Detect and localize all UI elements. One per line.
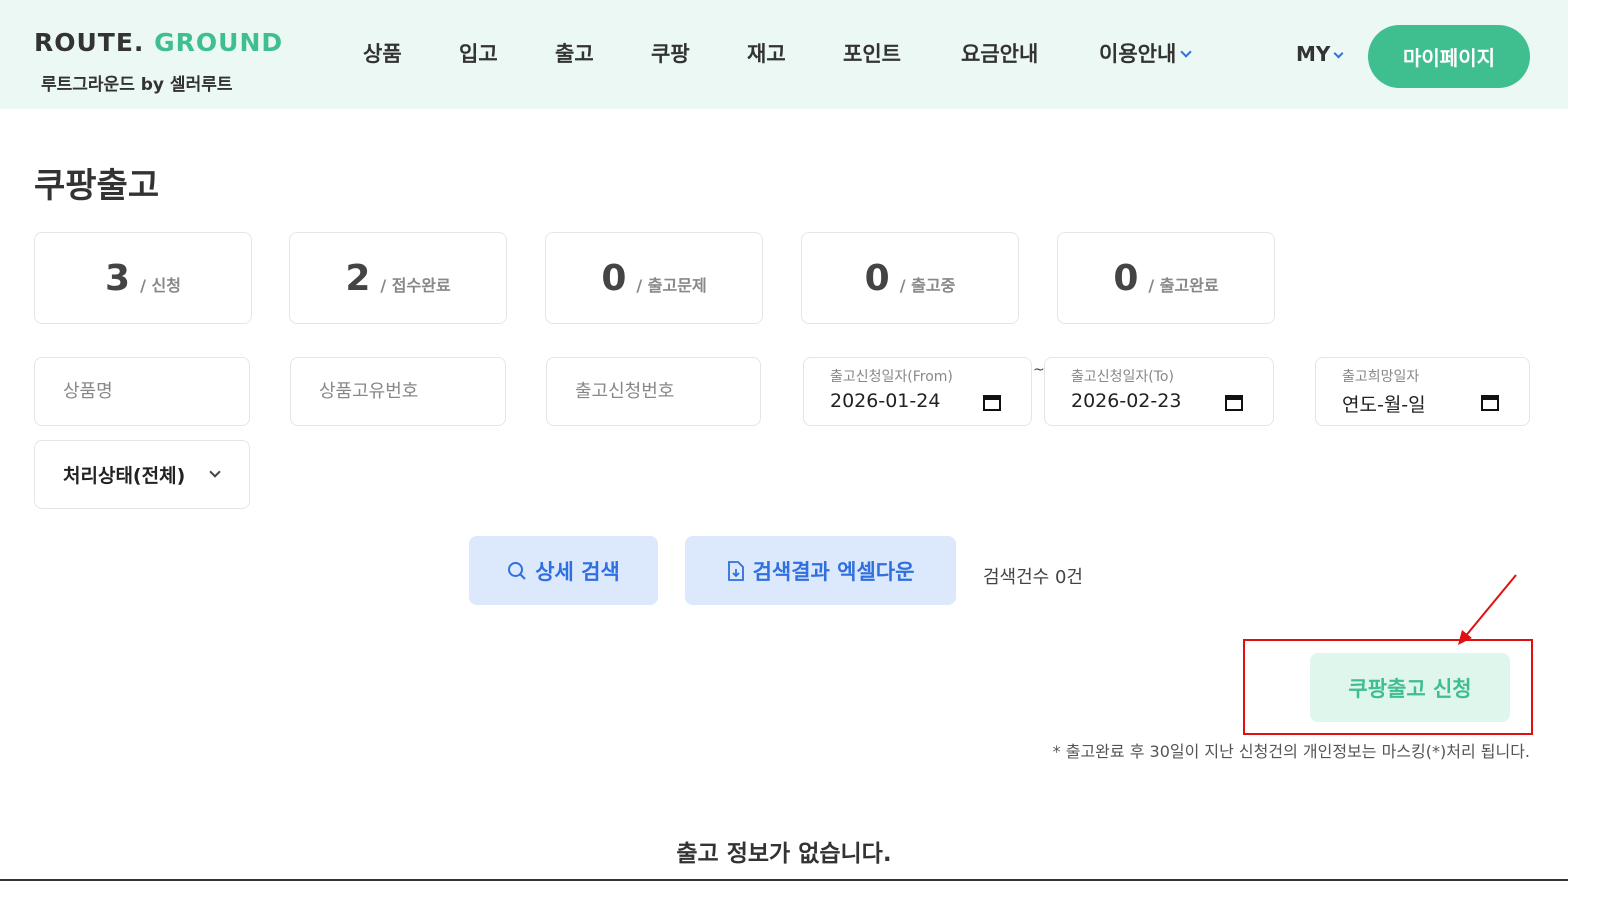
nav-item-pricing[interactable]: 요금안내 <box>961 38 1038 68</box>
stat-label: / 출고문제 <box>636 276 707 295</box>
divider <box>0 879 1568 881</box>
date-from-label: 출고신청일자(From) <box>830 369 953 385</box>
excel-download-label: 검색결과 엑셀다운 <box>752 559 915 584</box>
nav-item-guide-label: 이용안내 <box>1099 42 1177 66</box>
date-to-field[interactable]: 출고신청일자(To) 2026-02-23 <box>1044 357 1274 426</box>
privacy-notice: * 출고완료 후 30일이 지난 신청건의 개인정보는 마스킹(*)처리 됩니다… <box>1052 742 1530 761</box>
detail-search-label: 상세 검색 <box>535 559 620 584</box>
stat-count: 3 <box>105 257 131 299</box>
stat-label: / 접수완료 <box>380 276 451 295</box>
date-from-field[interactable]: 출고신청일자(From) 2026-01-24 <box>803 357 1032 426</box>
wish-date-value: 연도-월-일 <box>1342 394 1426 416</box>
stat-count: 0 <box>1113 257 1139 299</box>
search-icon <box>508 561 526 580</box>
nav-item-guide[interactable]: 이용안내 <box>1099 38 1192 68</box>
top-header: ROUTE. GROUND 루트그라운드 by 셀러루트 상품 입고 출고 쿠팡… <box>0 0 1568 109</box>
request-no-field <box>546 357 761 426</box>
calendar-icon[interactable] <box>1225 394 1243 411</box>
status-select-value: 처리상태(전체) <box>63 465 186 487</box>
nav-item-inventory[interactable]: 재고 <box>747 38 786 68</box>
nav-item-point[interactable]: 포인트 <box>843 38 901 68</box>
my-menu[interactable]: MY <box>1296 42 1344 66</box>
chevron-down-icon <box>209 466 221 478</box>
stat-card-shipping[interactable]: 0 / 출고중 <box>801 232 1019 324</box>
page-title: 쿠팡출고 <box>34 166 160 206</box>
mypage-button[interactable]: 마이페이지 <box>1368 25 1530 88</box>
stat-card-completed[interactable]: 0 / 출고완료 <box>1057 232 1275 324</box>
stat-card-received[interactable]: 2 / 접수완료 <box>289 232 507 324</box>
stat-label: / 출고완료 <box>1148 276 1219 295</box>
product-name-field <box>34 357 250 426</box>
status-select[interactable]: 처리상태(전체) <box>34 440 250 509</box>
product-name-input[interactable] <box>35 358 249 425</box>
product-id-field <box>290 357 506 426</box>
request-no-input[interactable] <box>547 358 760 425</box>
logo-word-route: ROUTE. <box>34 28 145 57</box>
annotation-arrow-icon <box>1458 574 1517 645</box>
stat-card-requested[interactable]: 3 / 신청 <box>34 232 252 324</box>
nav-item-outbound[interactable]: 출고 <box>555 38 594 68</box>
logo[interactable]: ROUTE. GROUND <box>34 28 283 57</box>
date-range-separator: ~ <box>1033 362 1045 378</box>
file-download-icon <box>727 560 744 581</box>
calendar-icon[interactable] <box>1481 394 1499 411</box>
date-to-value: 2026-02-23 <box>1071 390 1182 412</box>
wish-date-field[interactable]: 출고희망일자 연도-월-일 <box>1315 357 1530 426</box>
nav-item-inbound[interactable]: 입고 <box>459 38 498 68</box>
nav-item-coupang[interactable]: 쿠팡 <box>651 38 690 68</box>
chevron-down-icon <box>1333 48 1344 59</box>
empty-state-message: 출고 정보가 없습니다. <box>676 841 892 867</box>
stat-count: 0 <box>601 257 627 299</box>
search-result-count: 검색건수 0건 <box>983 567 1083 588</box>
date-to-label: 출고신청일자(To) <box>1071 369 1174 385</box>
annotation-highlight-box <box>1243 639 1533 735</box>
calendar-icon[interactable] <box>983 394 1001 411</box>
stat-label: / 출고중 <box>899 276 956 295</box>
chevron-down-icon <box>1180 46 1192 58</box>
my-menu-label: MY <box>1296 42 1331 66</box>
stat-card-issue[interactable]: 0 / 출고문제 <box>545 232 763 324</box>
logo-subtitle: 루트그라운드 by 셀러루트 <box>41 75 233 95</box>
wish-date-label: 출고희망일자 <box>1342 369 1420 385</box>
stat-count: 0 <box>864 257 890 299</box>
nav-item-product[interactable]: 상품 <box>363 38 402 68</box>
date-from-value: 2026-01-24 <box>830 390 941 412</box>
excel-download-button[interactable]: 검색결과 엑셀다운 <box>685 536 956 605</box>
logo-word-ground: GROUND <box>154 28 284 57</box>
stat-count: 2 <box>345 257 371 299</box>
product-id-input[interactable] <box>291 358 505 425</box>
detail-search-button[interactable]: 상세 검색 <box>469 536 658 605</box>
stat-label: / 신청 <box>140 276 181 295</box>
